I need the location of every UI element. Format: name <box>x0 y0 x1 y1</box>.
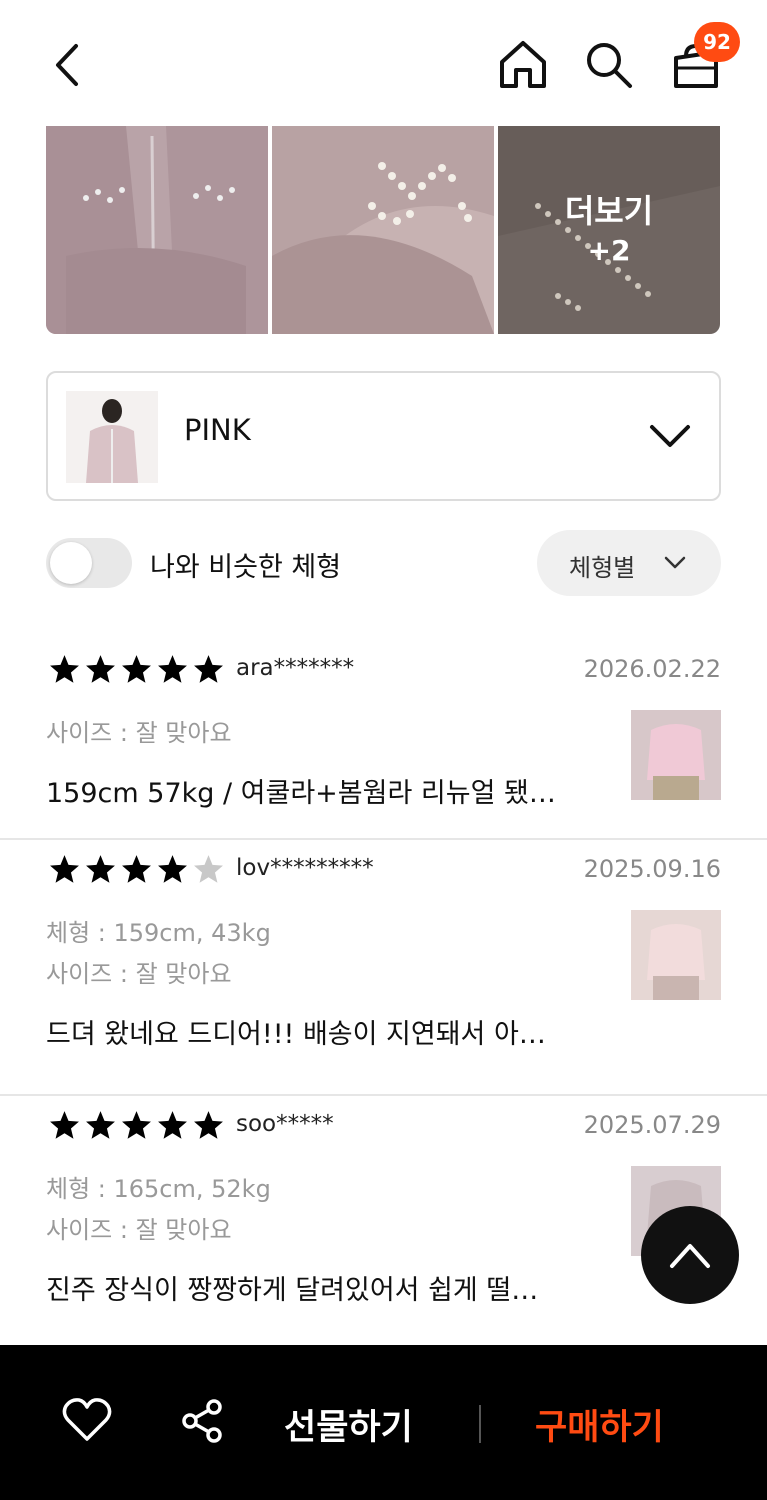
scroll-top-button[interactable] <box>641 1206 739 1304</box>
home-icon <box>500 41 546 88</box>
star-rating <box>48 653 225 686</box>
similar-body-toggle[interactable] <box>46 538 132 588</box>
reviewer-name: lov********* <box>236 855 374 881</box>
star-icon <box>158 855 187 883</box>
review-photo-more[interactable]: 더보기 +2 <box>498 126 720 334</box>
option-selected-label: PINK <box>184 413 251 447</box>
chevron-down-icon <box>650 425 690 447</box>
review-date: 2025.07.29 <box>583 1111 721 1139</box>
review-item[interactable]: lov********* 2025.09.16 체형 : 159cm, 43kg 사이… <box>0 840 767 1094</box>
bottom-action-bar: 선물하기 구매하기 <box>0 1345 767 1500</box>
star-icon <box>86 1111 115 1139</box>
similar-body-toggle-label: 나와 비슷한 체형 <box>150 552 342 583</box>
home-button[interactable] <box>496 38 550 92</box>
review-item[interactable]: soo***** 2025.07.29 체형 : 165cm, 52kg 사이즈 : … <box>0 1096 767 1345</box>
body-type-sort-button[interactable]: 체형별 <box>537 530 721 596</box>
cart-count-badge: 92 <box>694 22 740 62</box>
search-button[interactable] <box>582 38 636 92</box>
star-icon <box>50 655 79 683</box>
star-icon <box>50 855 79 883</box>
star-rating <box>48 1109 225 1142</box>
search-icon <box>587 43 632 88</box>
buy-button[interactable]: 구매하기 <box>535 1399 664 1450</box>
reviewer-name: ara******* <box>236 655 355 681</box>
review-photo[interactable] <box>272 126 494 334</box>
star-rating <box>48 853 225 886</box>
star-icon <box>158 1111 187 1139</box>
star-icon <box>50 1111 79 1139</box>
star-icon <box>194 855 223 883</box>
more-photos-label: 더보기 <box>564 192 654 230</box>
star-icon <box>122 855 151 883</box>
more-photos-count: +2 <box>587 233 631 267</box>
star-icon <box>86 855 115 883</box>
option-thumbnail <box>66 391 158 483</box>
more-photos-overlay: 더보기 +2 <box>498 126 720 334</box>
chevron-down-icon <box>664 556 686 569</box>
header: 92 <box>0 0 767 126</box>
review-date: 2025.09.16 <box>583 855 721 883</box>
star-icon <box>194 1111 223 1139</box>
back-icon <box>56 44 78 86</box>
star-icon <box>86 655 115 683</box>
star-icon <box>122 1111 151 1139</box>
review-text: 159cm 57kg / 여쿨라+봄웜라 리뉴얼 됐… <box>46 778 556 809</box>
pearl-detail-photo-image <box>272 126 494 334</box>
bar-divider <box>479 1405 481 1443</box>
star-icon <box>122 655 151 683</box>
share-button[interactable] <box>178 1397 226 1445</box>
reviewer-body-info: 체형 : 165cm, 52kg <box>46 1175 271 1203</box>
review-date: 2026.02.22 <box>583 655 721 683</box>
gift-button[interactable]: 선물하기 <box>284 1399 413 1450</box>
review-item[interactable]: ara******* 2026.02.22 사이즈 : 잘 맞아요 159cm 57k… <box>0 640 767 838</box>
review-photo-thumbnail[interactable] <box>631 710 721 800</box>
hoodie-photo-image <box>46 126 268 334</box>
review-text: 드뎌 왔네요 드디어!!! 배송이 지연돼서 아… <box>46 1019 546 1050</box>
toggle-knob <box>50 542 92 584</box>
heart-icon <box>62 1398 112 1441</box>
review-size-fit: 사이즈 : 잘 맞아요 <box>46 1216 232 1244</box>
wishlist-button[interactable] <box>62 1397 112 1443</box>
review-photo-image <box>631 910 721 1000</box>
star-icon <box>194 655 223 683</box>
review-photo-strip: 더보기 +2 <box>46 126 722 334</box>
back-button[interactable] <box>46 40 92 90</box>
arrow-up-icon <box>670 1244 710 1268</box>
review-photo[interactable] <box>46 126 268 334</box>
review-size-fit: 사이즈 : 잘 맞아요 <box>46 960 232 988</box>
share-icon <box>182 1399 222 1443</box>
sort-label: 체형별 <box>569 554 636 582</box>
reviewer-body-info: 체형 : 159cm, 43kg <box>46 919 271 947</box>
reviewer-name: soo***** <box>236 1111 334 1137</box>
review-photo-image <box>631 710 721 800</box>
star-icon <box>158 655 187 683</box>
review-photo-thumbnail[interactable] <box>631 910 721 1000</box>
review-text: 진주 장식이 짱짱하게 달려있어서 쉽게 떨… <box>46 1275 539 1306</box>
review-size-fit: 사이즈 : 잘 맞아요 <box>46 719 232 747</box>
color-option-dropdown[interactable]: PINK <box>46 371 721 501</box>
